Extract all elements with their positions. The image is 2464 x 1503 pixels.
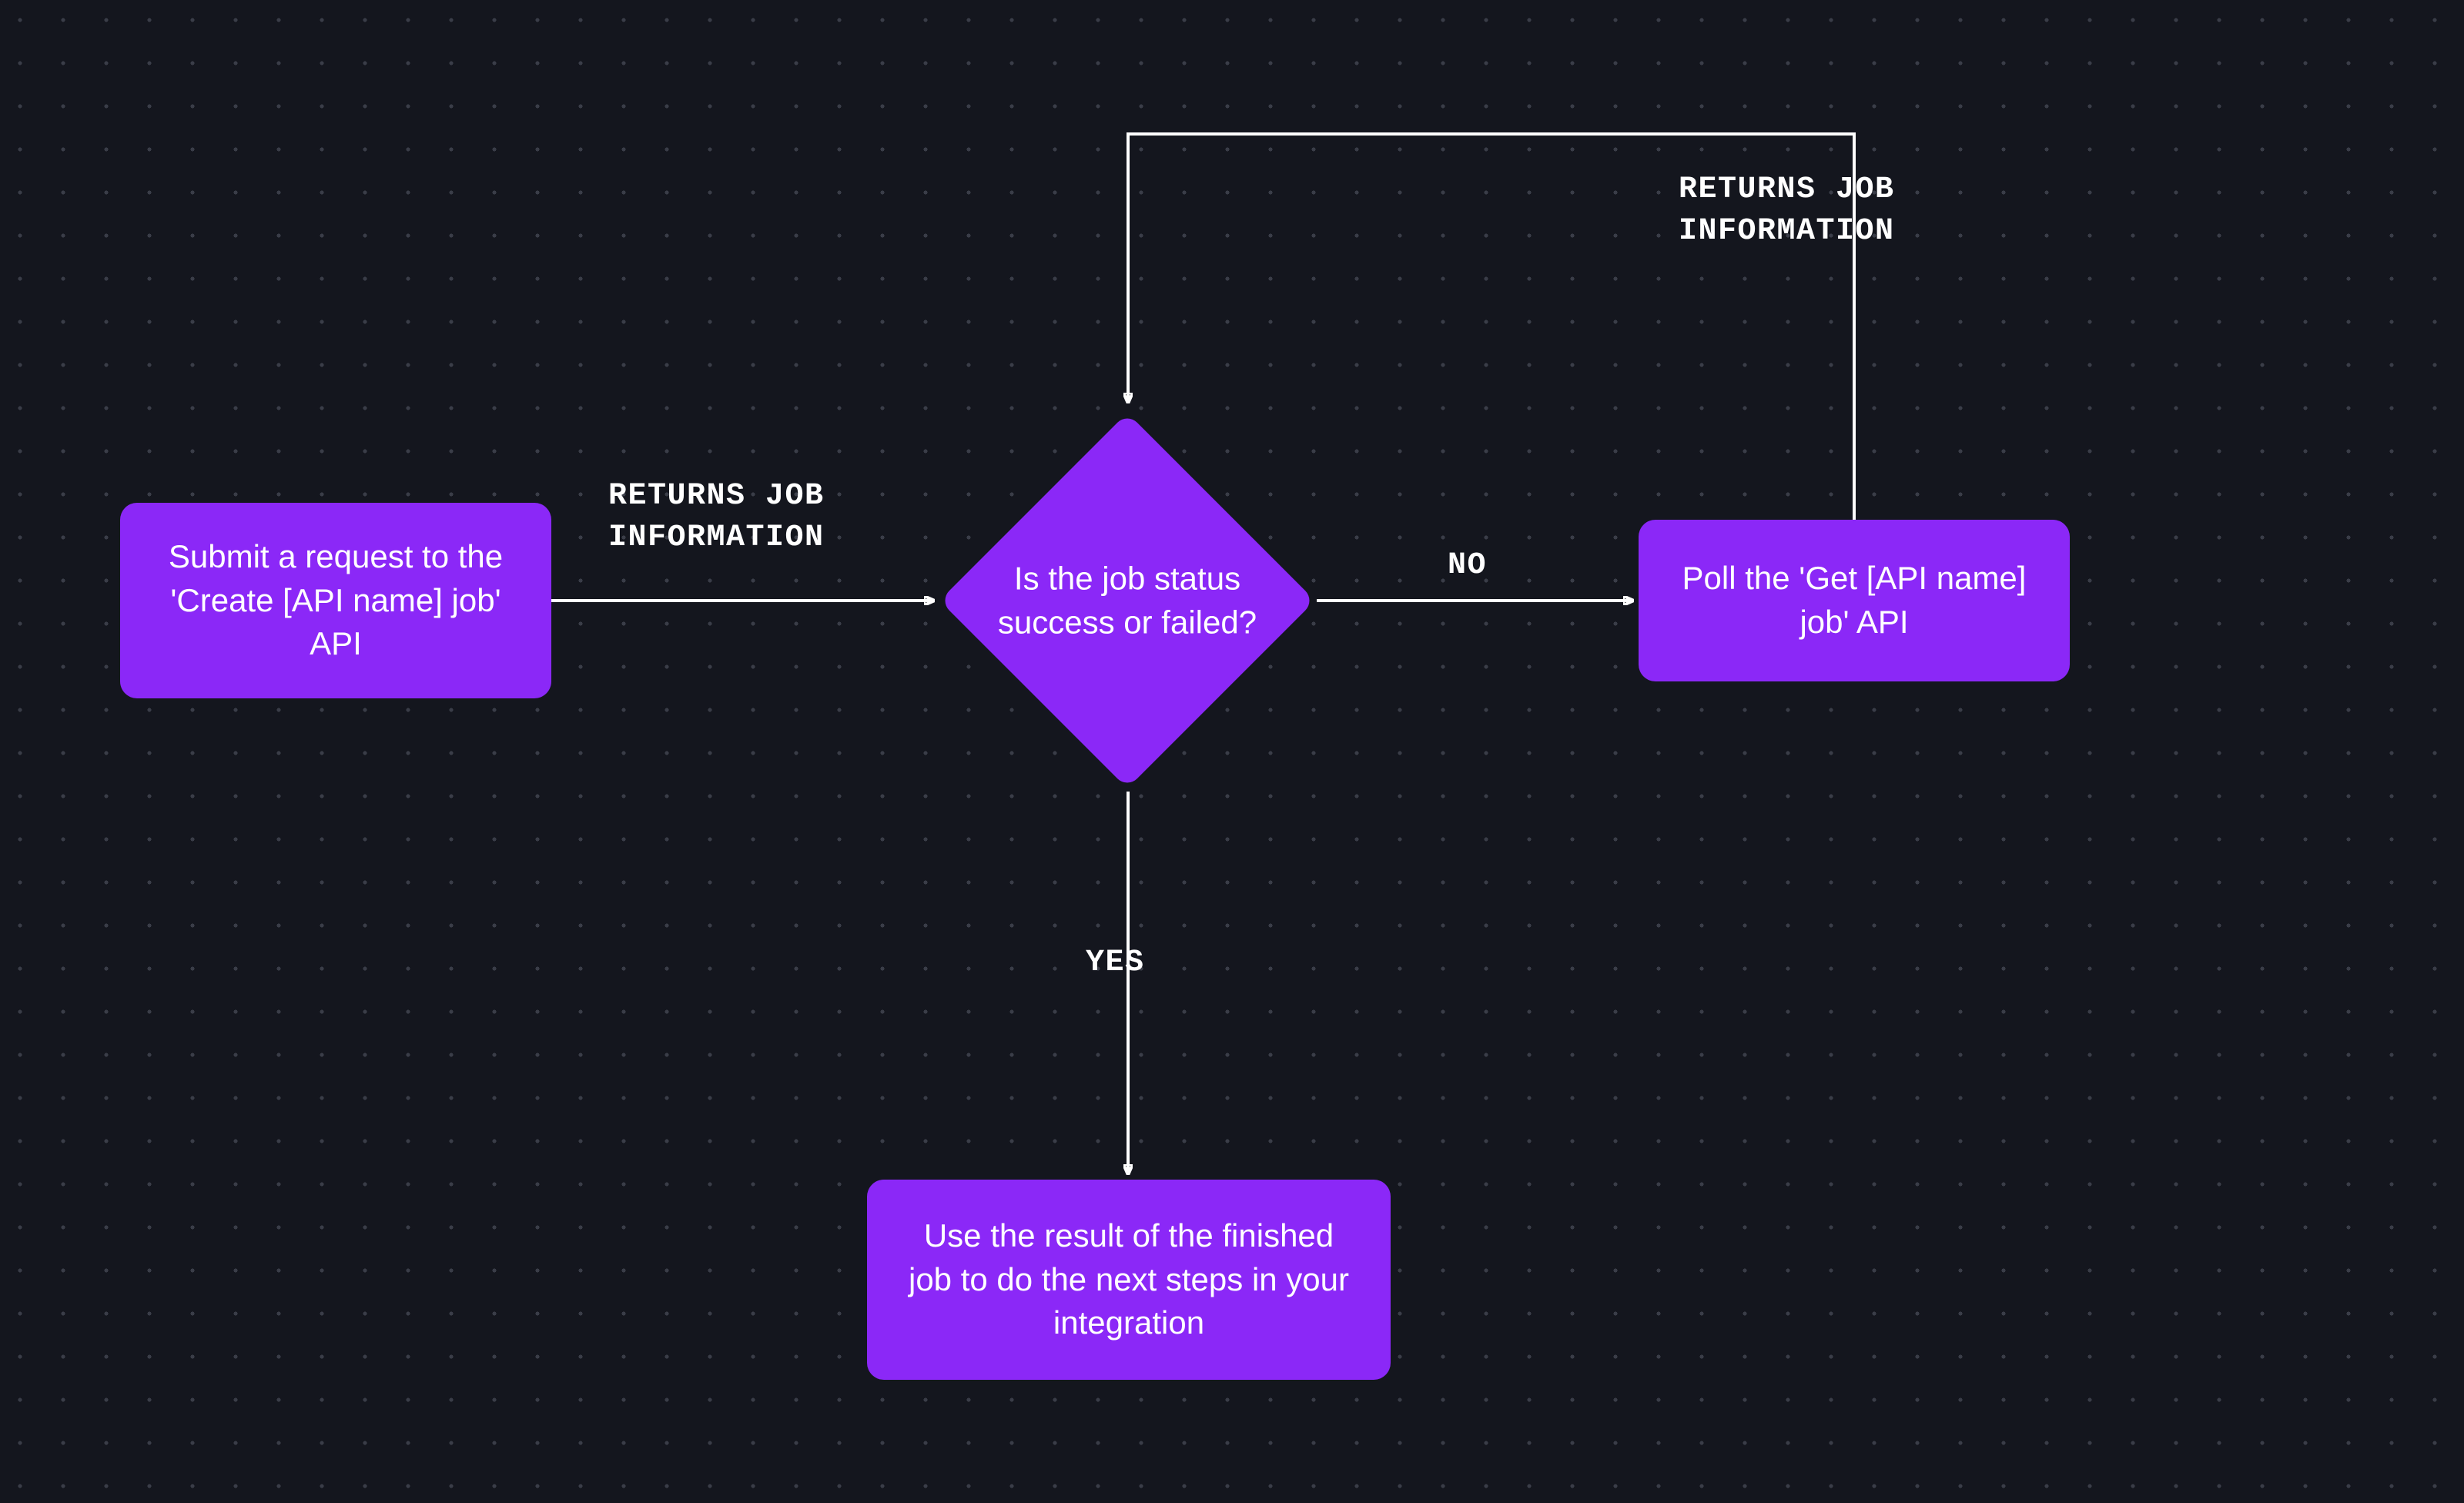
node-decision: Is the job status success or failed? — [939, 413, 1315, 788]
node-use-result-label: Use the result of the finished job to do… — [901, 1214, 1357, 1345]
node-poll-api: Poll the 'Get [API name] job' API — [1639, 520, 2070, 681]
edge-label-yes: YES — [1086, 942, 1145, 984]
node-submit-request-label: Submit a request to the 'Create [API nam… — [154, 535, 517, 666]
node-poll-api-label: Poll the 'Get [API name] job' API — [1672, 557, 2036, 644]
flowchart-canvas: Submit a request to the 'Create [API nam… — [0, 0, 2464, 1503]
edge-label-returns-2: RETURNS JOB INFORMATION — [1679, 169, 1895, 253]
edge-label-no: NO — [1448, 545, 1487, 587]
node-decision-label: Is the job status success or failed? — [981, 557, 1274, 644]
edge-label-returns-1: RETURNS JOB INFORMATION — [608, 476, 825, 559]
node-submit-request: Submit a request to the 'Create [API nam… — [120, 503, 551, 698]
node-use-result: Use the result of the finished job to do… — [867, 1180, 1391, 1380]
